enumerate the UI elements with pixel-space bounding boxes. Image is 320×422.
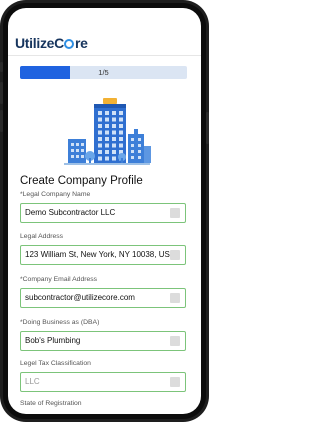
volume-up-button xyxy=(0,82,3,104)
tower-window xyxy=(119,124,123,128)
tower-window xyxy=(98,137,102,141)
tower-window xyxy=(105,137,109,141)
power-button xyxy=(206,112,209,144)
tower-window xyxy=(119,137,123,141)
tower-window xyxy=(119,117,123,122)
page-title: Create Company Profile xyxy=(20,175,143,187)
tower-window xyxy=(105,130,109,135)
progress-bar: 1/5 xyxy=(20,66,187,79)
app-screen: UtilizeC re 1/5 Create Company Profile *… xyxy=(8,8,201,414)
legal-company-name-input[interactable]: Demo Subcontractor LLC xyxy=(20,203,186,223)
legal-company-name-value: Demo Subcontractor LLC xyxy=(25,208,116,217)
app-logo: UtilizeC re xyxy=(15,35,88,51)
tower-window xyxy=(98,156,102,161)
tower-window xyxy=(105,111,109,115)
tower-window xyxy=(105,117,109,122)
dba-value: Bob's Plumbing xyxy=(25,336,81,345)
legal-address-value: 123 William St, New York, NY 10038, US xyxy=(25,250,170,259)
logo-text-end: re xyxy=(74,35,88,51)
logo-text-start: UtilizeC xyxy=(15,35,64,51)
tower-window xyxy=(112,130,116,135)
tower-window xyxy=(112,143,116,148)
tower-window xyxy=(119,111,123,115)
mute-switch xyxy=(0,62,3,72)
tower-window xyxy=(98,130,102,135)
tower-window xyxy=(112,137,116,141)
field-status-icon xyxy=(170,377,180,387)
tower-window xyxy=(105,124,109,128)
tax-classification-label: Legel Tax Classification xyxy=(20,360,91,367)
tower-window xyxy=(105,150,109,154)
progress-label: 1/5 xyxy=(98,68,109,77)
volume-down-button xyxy=(0,110,3,132)
field-status-icon xyxy=(170,293,180,303)
tower-window xyxy=(112,117,116,122)
logo-o-ring-icon xyxy=(64,39,75,49)
legal-address-label: Legal Address xyxy=(20,233,64,240)
field-status-icon xyxy=(170,208,180,218)
tower-window xyxy=(98,150,102,154)
tower-window xyxy=(112,156,116,161)
state-of-registration-label: State of Registration xyxy=(20,400,82,407)
field-status-icon xyxy=(170,250,180,260)
legal-address-input[interactable]: 123 William St, New York, NY 10038, US xyxy=(20,245,186,265)
tax-classification-value: LLC xyxy=(25,377,40,386)
company-email-input[interactable]: subcontractor@utilizecore.com xyxy=(20,288,186,308)
tower-window xyxy=(105,143,109,148)
field-status-icon xyxy=(170,336,180,346)
dba-label: *Doing Business as (DBA) xyxy=(20,319,100,326)
tower-window xyxy=(112,111,116,115)
tower-window xyxy=(119,143,123,148)
tower-window xyxy=(119,130,123,135)
tower-window xyxy=(98,143,102,148)
tower-window xyxy=(98,111,102,115)
tower-window xyxy=(98,124,102,128)
legal-company-name-label: *Legal Company Name xyxy=(20,191,91,198)
company-email-value: subcontractor@utilizecore.com xyxy=(25,293,135,302)
tax-classification-select[interactable]: LLC xyxy=(20,372,186,392)
tower-window xyxy=(112,150,116,154)
phone-frame: UtilizeC re 1/5 Create Company Profile *… xyxy=(0,0,209,422)
header-divider xyxy=(8,55,201,56)
tower-window xyxy=(98,117,102,122)
dba-input[interactable]: Bob's Plumbing xyxy=(20,331,186,351)
tower-window xyxy=(105,156,109,161)
company-email-label: *Company Email Address xyxy=(20,276,98,283)
office-buildings-icon xyxy=(64,98,151,165)
tower-window xyxy=(112,124,116,128)
